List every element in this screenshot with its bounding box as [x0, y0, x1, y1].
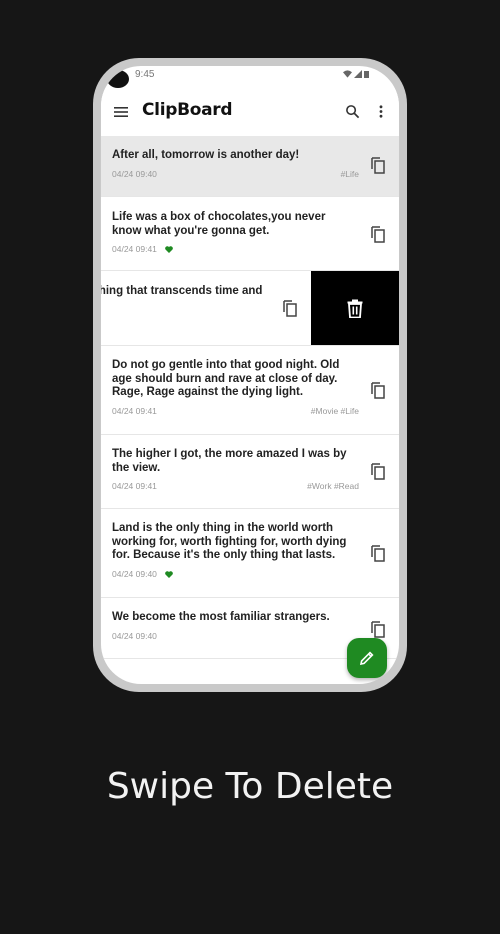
clip-meta: 04/24 09:41 — [112, 481, 157, 491]
clip-item[interactable]: The higher I got, the more amazed I was … — [101, 435, 399, 509]
clip-meta: 04/24 09:41 — [112, 244, 173, 254]
clip-date: 04/24 09:41 — [112, 406, 157, 416]
clip-item[interactable]: After all, tomorrow is another day! 04/2… — [101, 136, 399, 197]
clip-date: 04/24 09:41 — [112, 481, 157, 491]
clip-meta: 04/24 09:40 — [112, 169, 157, 179]
clip-date: 04/24 09:40 — [112, 569, 157, 579]
clip-tags: #Movie #Life — [310, 406, 359, 416]
clip-date: 04/24 09:40 — [112, 631, 157, 641]
clip-item[interactable]: Do not go gentle into that good night. O… — [101, 346, 399, 435]
clip-item[interactable]: Land is the only thing in the world wort… — [101, 509, 399, 598]
clip-meta: 04/24 09:40 — [112, 631, 157, 641]
favorite-heart-icon[interactable] — [165, 245, 173, 253]
new-clip-fab[interactable] — [347, 638, 387, 678]
clip-text: We become the most familiar strangers. — [112, 611, 330, 623]
clip-text: Land is the only thing in the world wort… — [112, 522, 347, 561]
edit-pencil-icon — [360, 651, 374, 665]
clip-meta: 04/24 09:40 — [112, 569, 173, 579]
copy-icon[interactable] — [370, 225, 386, 243]
clip-item-swiped[interactable]: ​thing that transcends time and — [101, 271, 399, 346]
clip-text: Do not go gentle into that good night. O… — [112, 359, 340, 398]
clip-text: Life was a box of chocolates,you never k… — [112, 211, 326, 237]
clip-date: 04/24 09:40 — [112, 169, 157, 179]
hamburger-menu-icon[interactable] — [113, 104, 129, 120]
signal-icon — [354, 70, 362, 78]
search-icon[interactable] — [345, 104, 360, 119]
clip-text: After all, tomorrow is another day! — [112, 149, 300, 161]
favorite-heart-icon[interactable] — [165, 570, 173, 578]
status-time: 9:45 — [135, 69, 155, 80]
clip-text: ​thing that transcends time and — [101, 285, 263, 297]
clip-date: 04/24 09:41 — [112, 244, 157, 254]
copy-icon[interactable] — [370, 462, 386, 480]
clip-meta: 04/24 09:41 — [112, 406, 157, 416]
feature-caption: Swipe To Delete — [106, 766, 394, 807]
copy-icon[interactable] — [370, 381, 386, 399]
phone-screen: 9:45 ClipBoard After all, tomorrow is an… — [101, 66, 399, 684]
more-vert-icon[interactable] — [377, 104, 385, 119]
copy-icon[interactable] — [370, 544, 386, 562]
camera-cutout — [107, 70, 129, 88]
battery-icon — [364, 71, 369, 78]
copy-icon[interactable] — [370, 620, 386, 638]
clip-tags: #Life — [340, 169, 359, 179]
status-bar: 9:45 — [101, 66, 399, 88]
trash-icon — [347, 299, 363, 318]
app-title: ClipBoard — [142, 100, 233, 120]
clip-item[interactable]: Life was a box of chocolates,you never k… — [101, 197, 399, 271]
clip-text: The higher I got, the more amazed I was … — [112, 448, 347, 474]
clip-tags: #Work #Read — [307, 481, 359, 491]
wifi-icon — [343, 70, 352, 78]
copy-icon[interactable] — [282, 299, 298, 317]
app-bar: ClipBoard — [101, 88, 399, 136]
delete-button[interactable] — [311, 271, 399, 345]
clip-list: After all, tomorrow is another day! 04/2… — [101, 136, 399, 659]
copy-icon[interactable] — [370, 156, 386, 174]
status-icons — [343, 70, 369, 78]
